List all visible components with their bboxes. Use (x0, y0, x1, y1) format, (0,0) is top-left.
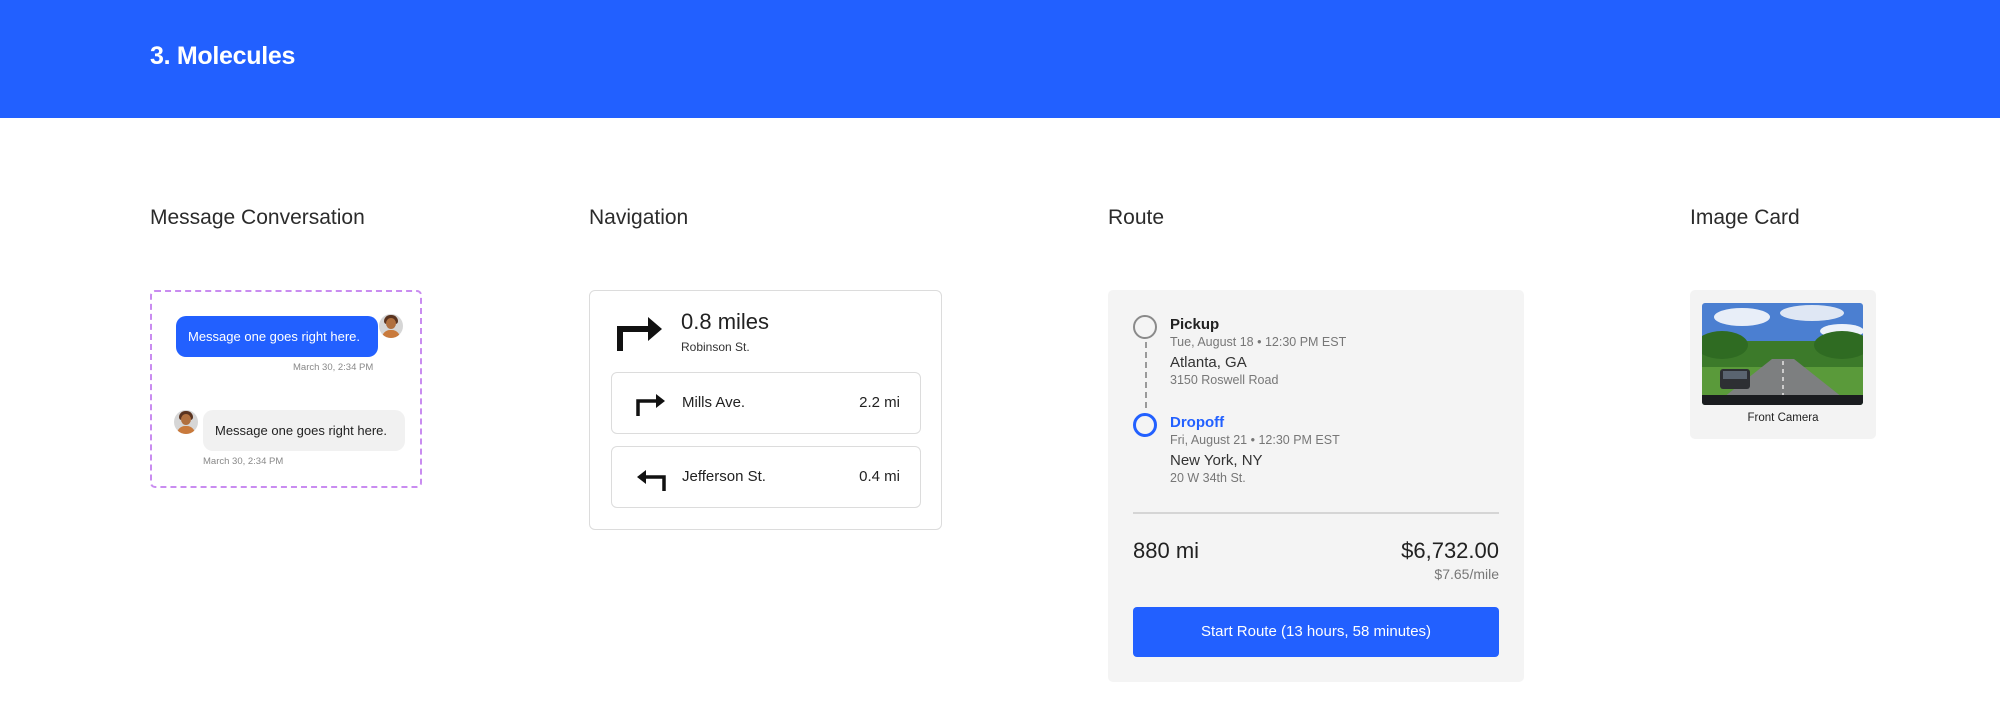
message-timestamp: March 30, 2:34 PM (293, 362, 374, 373)
navigation-card: 0.8 miles Robinson St. Mills Ave. 2.2 mi… (589, 290, 942, 530)
turn-right-icon (617, 317, 662, 351)
dropoff-street: 20 W 34th St. (1170, 471, 1246, 485)
nav-step-street: Mills Ave. (682, 394, 746, 411)
front-camera-image (1702, 303, 1863, 405)
section-title-route: Route (1108, 206, 1165, 229)
page-title: 3. Molecules (150, 42, 296, 70)
current-turn-street: Robinson St. (681, 340, 750, 354)
incoming-message-bubble[interactable]: Message one goes right here. (203, 410, 405, 451)
dropoff-label: Dropoff (1170, 414, 1225, 431)
avatar (379, 314, 403, 338)
dropoff-marker-icon (1133, 413, 1157, 437)
nav-step-mills-ave[interactable]: Mills Ave. 2.2 mi (611, 372, 921, 434)
nav-step-street: Jefferson St. (682, 468, 766, 485)
message-timestamp: March 30, 2:34 PM (203, 456, 284, 467)
divider (1133, 512, 1499, 514)
current-turn-distance: 0.8 miles (681, 309, 770, 334)
turn-right-icon (636, 394, 665, 416)
outgoing-message-bubble[interactable]: Message one goes right here. (176, 316, 378, 357)
route-price: $6,732.00 (1401, 538, 1499, 563)
dropoff-date: Fri, August 21 • 12:30 PM EST (1170, 433, 1340, 447)
pickup-street: 3150 Roswell Road (1170, 373, 1279, 387)
dropoff-city: New York, NY (1170, 452, 1263, 469)
route-card: Pickup Tue, August 18 • 12:30 PM EST Atl… (1108, 290, 1524, 682)
section-title-image-card: Image Card (1690, 206, 1800, 229)
route-rate: $7.65/mile (1434, 566, 1499, 582)
section-title-message-conversation: Message Conversation (150, 206, 365, 229)
pickup-label: Pickup (1170, 316, 1220, 333)
pickup-marker-icon (1133, 315, 1157, 339)
nav-step-distance: 2.2 mi (859, 394, 900, 411)
image-card[interactable]: Front Camera (1690, 290, 1876, 439)
image-caption: Front Camera (1747, 412, 1819, 424)
message-conversation: Message one goes right here. March 30, 2… (150, 290, 422, 488)
header-banner: 3. Molecules (0, 0, 2000, 118)
route-connector-line (1145, 342, 1147, 408)
nav-step-distance: 0.4 mi (859, 468, 900, 485)
pickup-date: Tue, August 18 • 12:30 PM EST (1170, 335, 1347, 349)
route-distance: 880 mi (1133, 538, 1200, 563)
pickup-city: Atlanta, GA (1170, 354, 1247, 371)
section-title-navigation: Navigation (589, 206, 689, 229)
avatar (174, 410, 198, 434)
nav-step-jefferson-st[interactable]: Jefferson St. 0.4 mi (611, 446, 921, 508)
start-route-button[interactable]: Start Route (13 hours, 58 minutes) (1133, 607, 1499, 657)
turn-left-icon (637, 470, 666, 491)
